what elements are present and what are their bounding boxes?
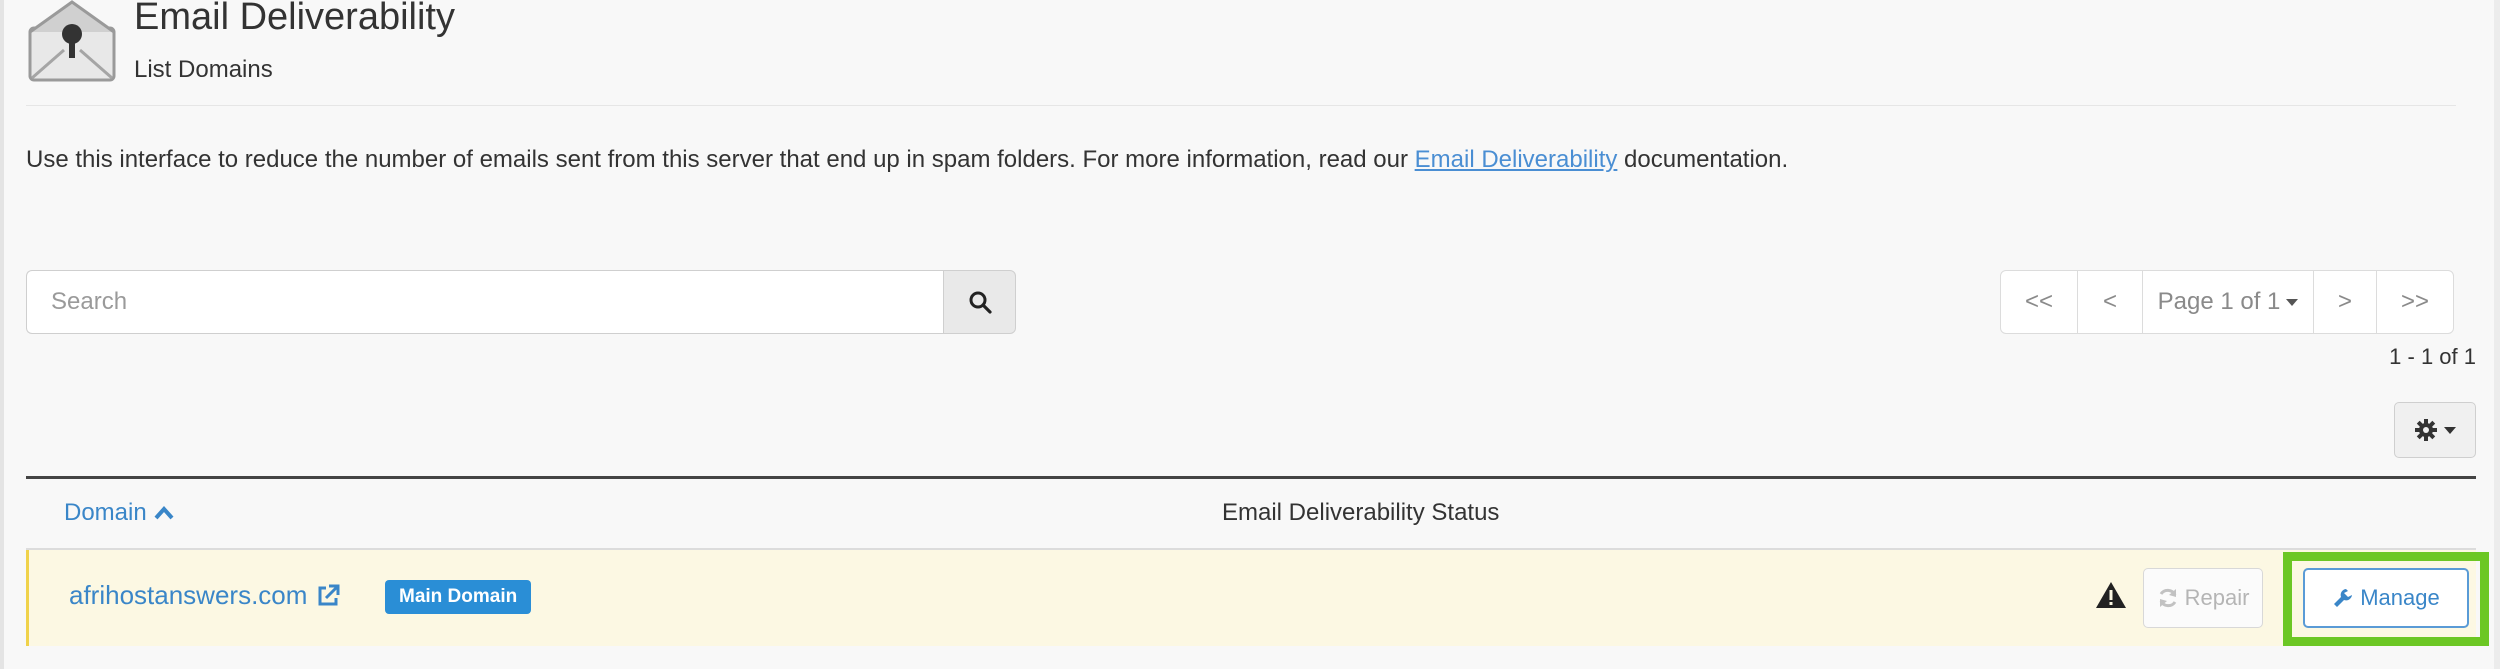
results-count: 1 - 1 of 1 [2389,344,2476,369]
page-header: Email Deliverability List Domains [26,0,2456,106]
left-edge [0,0,4,669]
chevron-down-icon [2444,426,2456,434]
wrench-icon [2334,589,2353,607]
search-input[interactable] [26,270,943,334]
prev-page-button[interactable]: < [2077,270,2143,334]
description-text-end: documentation. [1617,146,1789,173]
search-icon [969,291,992,314]
sort-ascending-icon [154,505,174,520]
domain-column-header[interactable]: Domain [64,499,175,527]
domain-column-label: Domain [64,499,147,526]
page-select[interactable]: Page 1 of 1 [2142,270,2314,334]
repair-label: Repair [2184,585,2250,610]
chevron-down-icon [2286,298,2299,306]
main-domain-badge: Main Domain [385,580,532,614]
status-column-header: Email Deliverability Status [1222,499,1500,526]
domains-table: Domain Email Deliverability Status afrih… [26,476,2489,646]
table-header: Domain Email Deliverability Status [26,476,2476,550]
gear-icon [2415,419,2437,441]
domain-name: afrihostanswers.com [69,580,308,610]
warning-icon [2096,582,2126,608]
refresh-icon [2159,588,2176,608]
external-link-icon [318,584,340,605]
description-text: Use this interface to reduce the number … [26,146,1415,173]
right-scrollbar[interactable] [2494,0,2500,669]
last-page-button[interactable]: >> [2376,270,2454,334]
domain-link[interactable]: afrihostanswers.com [69,580,341,611]
envelope-key-icon [28,0,116,82]
page-select-label: Page 1 of 1 [2157,288,2281,315]
page-title: Email Deliverability [134,0,455,38]
page-description: Use this interface to reduce the number … [26,146,1788,174]
first-page-button[interactable]: << [2000,270,2078,334]
email-deliverability-doc-link[interactable]: Email Deliverability [1415,146,1618,173]
search-button[interactable] [943,270,1016,334]
pagination: << < Page 1 of 1 > >> [2000,270,2454,334]
manage-label: Manage [2360,585,2440,610]
page-subtitle: List Domains [134,56,273,83]
manage-button[interactable]: Manage [2303,568,2469,628]
table-row: afrihostanswers.com Main Domain Repair M… [26,550,2489,646]
next-page-button[interactable]: > [2313,270,2377,334]
search-bar [26,270,1016,334]
settings-button[interactable] [2394,402,2476,458]
repair-button[interactable]: Repair [2143,568,2263,628]
